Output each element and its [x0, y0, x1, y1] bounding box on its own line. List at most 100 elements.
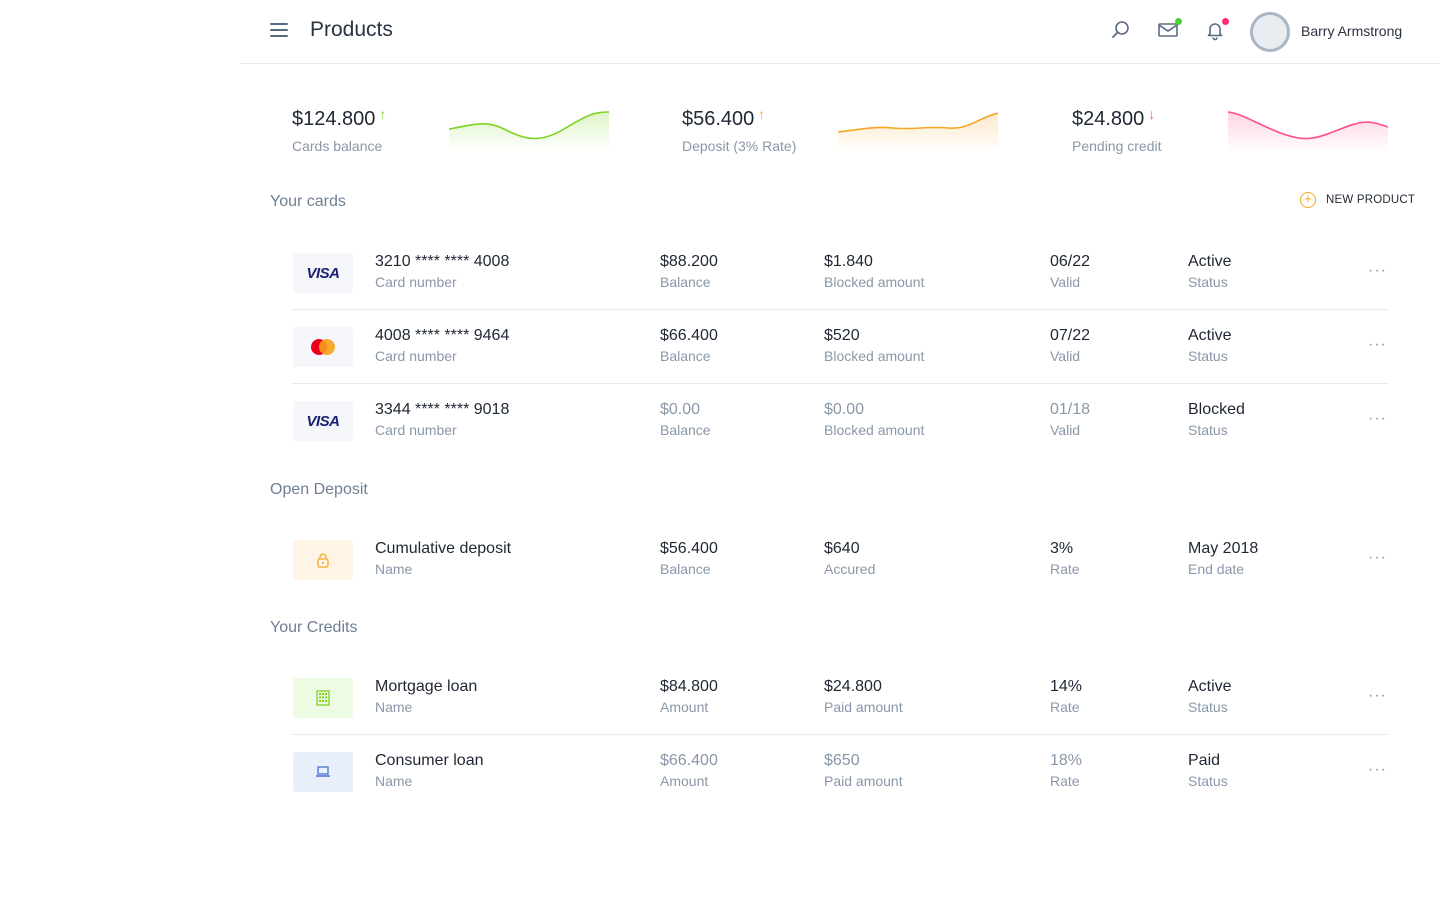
more-options-icon[interactable]: ··· — [1368, 410, 1386, 428]
top-bar: Products Barry Armstrong — [240, 0, 1440, 64]
paid-label: Paid amount — [824, 773, 903, 789]
mail-icon[interactable] — [1157, 18, 1182, 43]
card-number: 4008 **** **** 9464 — [375, 327, 510, 344]
card-status: Active — [1188, 253, 1232, 270]
deposit-rate: 3% — [1050, 540, 1074, 557]
end-date-label: End date — [1188, 561, 1245, 577]
card-number-label: Card number — [375, 348, 457, 364]
stat-label: Pending credit — [1072, 138, 1162, 154]
status-label: Status — [1188, 699, 1228, 715]
credit-name: Mortgage loan — [375, 678, 478, 695]
card-valid: 07/22 — [1050, 327, 1091, 344]
card-row[interactable]: VISA 3210 **** **** 4008 Card number $88.… — [292, 236, 1388, 310]
card-status: Active — [1188, 327, 1232, 344]
credit-status: Active — [1188, 678, 1232, 695]
blocked-label: Blocked amount — [824, 422, 925, 438]
more-options-icon[interactable]: ··· — [1368, 262, 1386, 280]
stat-cards-balance: $124.800 ↑ Cards balance — [292, 100, 622, 160]
mail-unread-dot — [1175, 18, 1182, 25]
page-title: Products — [310, 18, 393, 41]
plus-circle-icon: + — [1300, 192, 1316, 208]
deposit-row[interactable]: Cumulative deposit Name $56.400 Balance $6… — [292, 523, 1388, 597]
stat-deposit: $56.400 ↑ Deposit (3% Rate) — [682, 100, 1012, 160]
stat-value: $56.400 ↑ — [682, 106, 766, 130]
balance-label: Balance — [660, 561, 711, 577]
rate-label: Rate — [1050, 773, 1080, 789]
credit-name: Consumer loan — [375, 752, 484, 769]
search-icon[interactable] — [1110, 19, 1134, 43]
section-title-deposit: Open Deposit — [270, 481, 368, 498]
menu-icon[interactable] — [270, 23, 288, 39]
avatar[interactable] — [1250, 12, 1290, 52]
more-options-icon[interactable]: ··· — [1368, 549, 1386, 567]
user-name[interactable]: Barry Armstrong — [1301, 23, 1402, 39]
lock-icon — [293, 540, 353, 580]
sparkline-orange — [838, 112, 998, 152]
blocked-label: Blocked amount — [824, 274, 925, 290]
building-icon — [293, 678, 353, 718]
credit-row[interactable]: Consumer loan Name $66.400 Amount $650 Paid… — [292, 735, 1388, 809]
card-balance: $66.400 — [660, 327, 718, 344]
name-label: Name — [375, 561, 413, 577]
more-options-icon[interactable]: ··· — [1368, 336, 1386, 354]
card-balance: $88.200 — [660, 253, 718, 270]
stat-value: $124.800 ↑ — [292, 106, 387, 130]
card-row[interactable]: VISA 3344 **** **** 9018 Card number $0.0… — [292, 384, 1388, 458]
card-blocked-amount: $1.840 — [824, 253, 873, 270]
new-product-button[interactable]: + NEW PRODUCT — [1300, 192, 1415, 208]
name-label: Name — [375, 773, 413, 789]
card-number: 3210 **** **** 4008 — [375, 253, 510, 270]
rate-label: Rate — [1050, 561, 1080, 577]
paid-label: Paid amount — [824, 699, 903, 715]
stat-value: $24.800 ↓ — [1072, 106, 1156, 130]
card-status: Blocked — [1188, 401, 1245, 418]
accured-label: Accured — [824, 561, 876, 577]
arrow-up-icon: ↑ — [379, 106, 387, 122]
section-title-cards: Your cards — [270, 193, 346, 210]
status-label: Status — [1188, 348, 1228, 364]
name-label: Name — [375, 699, 413, 715]
stat-label: Deposit (3% Rate) — [682, 138, 797, 154]
card-row[interactable]: 4008 **** **** 9464 Card number $66.400 Ba… — [292, 310, 1388, 384]
section-title-credits: Your Credits — [270, 619, 358, 636]
credit-row[interactable]: Mortgage loan Name $84.800 Amount $24.800 P… — [292, 661, 1388, 735]
stat-label: Cards balance — [292, 138, 383, 154]
valid-label: Valid — [1050, 422, 1081, 438]
status-label: Status — [1188, 773, 1228, 789]
balance-label: Balance — [660, 348, 711, 364]
sparkline-pink — [1228, 111, 1388, 152]
credit-rate: 14% — [1050, 678, 1083, 695]
card-valid: 06/22 — [1050, 253, 1091, 270]
blocked-label: Blocked amount — [824, 348, 925, 364]
new-product-label: NEW PRODUCT — [1326, 194, 1416, 206]
credit-status: Paid — [1188, 752, 1221, 769]
credit-paid-amount: $24.800 — [824, 678, 882, 695]
amount-label: Amount — [660, 773, 709, 789]
valid-label: Valid — [1050, 348, 1081, 364]
laptop-icon — [293, 752, 353, 792]
visa-logo: VISA — [293, 253, 353, 293]
card-valid: 01/18 — [1050, 401, 1091, 418]
arrow-down-icon: ↓ — [1148, 106, 1156, 122]
balance-label: Balance — [660, 422, 711, 438]
more-options-icon[interactable]: ··· — [1368, 761, 1386, 779]
card-number-label: Card number — [375, 274, 457, 290]
card-number-label: Card number — [375, 422, 457, 438]
card-balance: $0.00 — [660, 401, 701, 418]
notification-dot — [1222, 18, 1229, 25]
mastercard-logo — [293, 327, 353, 367]
credit-amount: $84.800 — [660, 678, 718, 695]
deposit-balance: $56.400 — [660, 540, 718, 557]
more-options-icon[interactable]: ··· — [1368, 687, 1386, 705]
sparkline-green — [449, 111, 609, 152]
arrow-up-icon: ↑ — [758, 106, 766, 122]
deposit-name: Cumulative deposit — [375, 540, 512, 557]
bell-icon[interactable] — [1204, 18, 1229, 43]
credit-paid-amount: $650 — [824, 752, 860, 769]
amount-label: Amount — [660, 699, 709, 715]
deposit-accured: $640 — [824, 540, 860, 557]
stat-pending-credit: $24.800 ↓ Pending credit — [1072, 100, 1402, 160]
balance-label: Balance — [660, 274, 711, 290]
visa-logo: VISA — [293, 401, 353, 441]
rate-label: Rate — [1050, 699, 1080, 715]
